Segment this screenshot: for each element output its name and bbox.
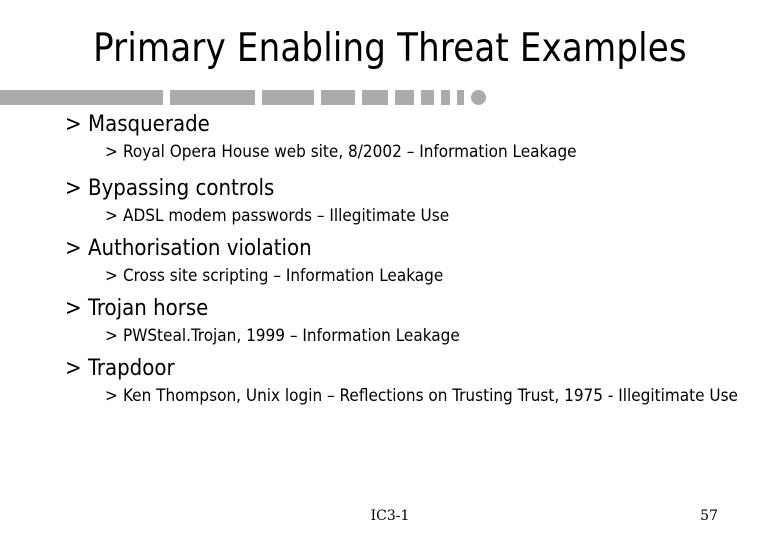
deco-bar-segment xyxy=(457,90,464,105)
deco-bar-segment xyxy=(321,90,355,105)
deco-bar-segment xyxy=(262,90,314,105)
bullet-level1: > Trapdoor xyxy=(0,354,780,384)
bullet-level1-label: Trapdoor xyxy=(88,356,175,381)
bullet-marker-icon: > xyxy=(65,356,82,381)
bullet-level2: > ADSL modem passwords – Illegitimate Us… xyxy=(0,204,780,228)
sub-bullet-marker-icon: > xyxy=(105,142,118,162)
bullet-marker-icon: > xyxy=(65,112,82,137)
bullet-level2: > Cross site scripting – Information Lea… xyxy=(0,264,780,288)
bullet-level2-label: PWSteal.Trojan, 1999 – Information Leaka… xyxy=(123,326,460,346)
bullet-level1: > Bypassing controls xyxy=(0,174,780,204)
deco-bar-segment xyxy=(0,90,163,105)
sub-bullet-marker-icon: > xyxy=(105,206,118,226)
slide: Primary Enabling Threat Examples > Masqu… xyxy=(0,0,780,540)
bullet-level1: > Authorisation violation xyxy=(0,234,780,264)
bullet-level2-label: ADSL modem passwords – Illegitimate Use xyxy=(123,206,450,226)
bullet-marker-icon: > xyxy=(65,296,82,321)
decorative-tapering-bar xyxy=(0,90,500,105)
sub-bullet-marker-icon: > xyxy=(105,266,118,286)
bullet-marker-icon: > xyxy=(65,176,82,201)
footer-label: IC3-1 xyxy=(370,508,410,524)
bullet-level2-label: Ken Thompson, Unix login – Reflections o… xyxy=(123,386,738,406)
deco-bar-segment xyxy=(441,90,450,105)
deco-bar-segment xyxy=(170,90,255,105)
bullet-level1-label: Trojan horse xyxy=(88,296,209,321)
deco-bar-segment xyxy=(362,90,388,105)
bullet-level1-label: Bypassing controls xyxy=(88,176,275,201)
deco-bar-segment xyxy=(395,90,414,105)
bullet-level2: > Ken Thompson, Unix login – Reflections… xyxy=(0,384,780,408)
bullet-level1: > Masquerade xyxy=(0,110,780,140)
slide-body: > Masquerade > Royal Opera House web sit… xyxy=(0,110,780,408)
bullet-level2: > PWSteal.Trojan, 1999 – Information Lea… xyxy=(0,324,780,348)
bullet-level2: > Royal Opera House web site, 8/2002 – I… xyxy=(0,140,780,164)
bullet-marker-icon: > xyxy=(65,236,82,261)
bullet-level2-label: Cross site scripting – Information Leaka… xyxy=(123,266,444,286)
deco-bar-segment xyxy=(421,90,434,105)
bullet-level2-label: Royal Opera House web site, 8/2002 – Inf… xyxy=(123,142,577,162)
deco-bar-dot-icon xyxy=(471,90,486,105)
page-title: Primary Enabling Threat Examples xyxy=(93,26,687,71)
bullet-level1-label: Authorisation violation xyxy=(88,236,312,261)
sub-bullet-marker-icon: > xyxy=(105,326,118,346)
page-number: 57 xyxy=(700,508,718,524)
bullet-level1-label: Masquerade xyxy=(88,112,210,137)
bullet-level1: > Trojan horse xyxy=(0,294,780,324)
sub-bullet-marker-icon: > xyxy=(105,386,118,406)
